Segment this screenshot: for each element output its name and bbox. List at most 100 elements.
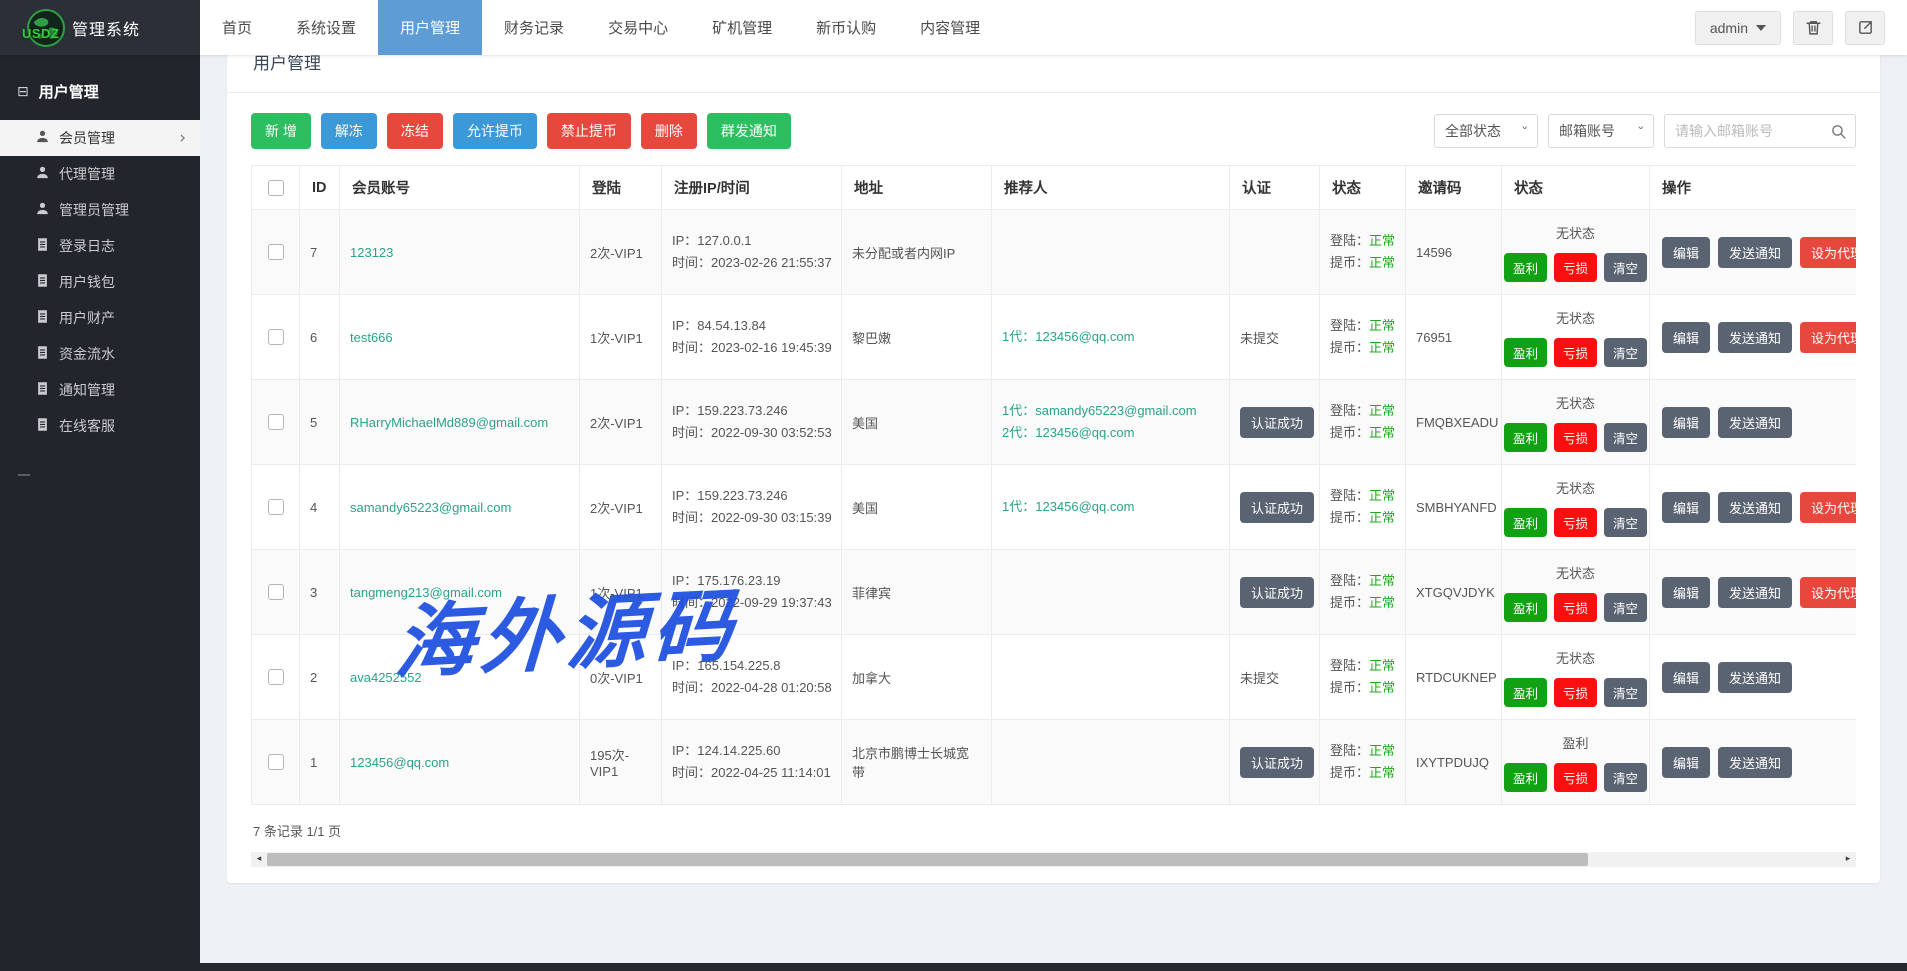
- row-checkbox[interactable]: [268, 754, 284, 770]
- loss-button[interactable]: 亏损: [1554, 508, 1597, 537]
- user-icon: [35, 129, 50, 147]
- scroll-left-arrow-icon[interactable]: ◂: [251, 852, 267, 867]
- set-agent-button[interactable]: 设为代理: [1800, 322, 1856, 353]
- toolbar-button-2[interactable]: 冻结: [387, 113, 443, 149]
- row-id: 5: [300, 380, 340, 465]
- profit-state-text: 无状态: [1506, 393, 1645, 412]
- status-filter-select[interactable]: 全部状态 ˅: [1434, 114, 1538, 148]
- sidebar-item-0[interactable]: 会员管理›: [0, 120, 200, 156]
- admin-user-menu[interactable]: admin: [1695, 11, 1781, 45]
- send-notify-button[interactable]: 发送通知: [1718, 237, 1792, 268]
- nav-item-7[interactable]: 内容管理: [898, 0, 1002, 55]
- nav-item-0[interactable]: 首页: [200, 0, 274, 55]
- row-checkbox[interactable]: [268, 499, 284, 515]
- row-checkbox[interactable]: [268, 414, 284, 430]
- nav-item-3[interactable]: 财务记录: [482, 0, 586, 55]
- row-checkbox[interactable]: [268, 244, 284, 260]
- nav-item-2[interactable]: 用户管理: [378, 0, 482, 55]
- profit-button[interactable]: 盈利: [1504, 593, 1547, 622]
- scroll-right-arrow-icon[interactable]: ▸: [1840, 852, 1856, 867]
- sidebar-item-3[interactable]: 登录日志: [0, 228, 200, 264]
- loss-button[interactable]: 亏损: [1554, 593, 1597, 622]
- edit-button[interactable]: 编辑: [1662, 577, 1710, 608]
- send-notify-button[interactable]: 发送通知: [1718, 662, 1792, 693]
- member-account-link[interactable]: 123456@qq.com: [350, 755, 449, 770]
- search-field-select[interactable]: 邮箱账号 ˅: [1548, 114, 1654, 148]
- set-agent-button[interactable]: 设为代理: [1800, 492, 1856, 523]
- edit-button[interactable]: 编辑: [1662, 407, 1710, 438]
- sidebar-item-7[interactable]: 通知管理: [0, 372, 200, 408]
- scrollbar-thumb[interactable]: [267, 853, 1588, 866]
- select-all-checkbox[interactable]: [268, 180, 284, 196]
- toolbar-button-1[interactable]: 解冻: [321, 113, 377, 149]
- member-account-link[interactable]: 123123: [350, 245, 393, 260]
- loss-button[interactable]: 亏损: [1554, 423, 1597, 452]
- auth-success-badge[interactable]: 认证成功: [1240, 577, 1314, 608]
- row-checkbox[interactable]: [268, 329, 284, 345]
- search-input[interactable]: [1675, 123, 1830, 139]
- loss-button[interactable]: 亏损: [1554, 678, 1597, 707]
- sidebar-item-5[interactable]: 用户财产: [0, 300, 200, 336]
- row-checkbox[interactable]: [268, 584, 284, 600]
- member-account-link[interactable]: samandy65223@gmail.com: [350, 500, 511, 515]
- address: 美国: [842, 465, 992, 550]
- sidebar-section-toggle[interactable]: ⊟ 用户管理: [0, 55, 200, 120]
- profit-button[interactable]: 盈利: [1504, 678, 1547, 707]
- toolbar-button-3[interactable]: 允许提币: [453, 113, 537, 149]
- send-notify-button[interactable]: 发送通知: [1718, 577, 1792, 608]
- withdraw-status-value: 正常: [1369, 255, 1395, 270]
- member-account-link[interactable]: test666: [350, 330, 393, 345]
- profit-button[interactable]: 盈利: [1504, 508, 1547, 537]
- edit-button[interactable]: 编辑: [1662, 662, 1710, 693]
- profit-button[interactable]: 盈利: [1504, 423, 1547, 452]
- row-checkbox[interactable]: [268, 669, 284, 685]
- sidebar-item-4[interactable]: 用户钱包: [0, 264, 200, 300]
- loss-button[interactable]: 亏损: [1554, 338, 1597, 367]
- send-notify-button[interactable]: 发送通知: [1718, 747, 1792, 778]
- toolbar-button-0[interactable]: 新 增: [251, 113, 311, 149]
- sidebar-item-8[interactable]: 在线客服: [0, 408, 200, 444]
- member-account-link[interactable]: ava4252552: [350, 670, 422, 685]
- clear-button[interactable]: 清空: [1604, 678, 1647, 707]
- toolbar-button-5[interactable]: 删除: [641, 113, 697, 149]
- logout-button[interactable]: [1845, 11, 1885, 45]
- set-agent-button[interactable]: 设为代理: [1800, 237, 1856, 268]
- sidebar-item-2[interactable]: 管理员管理: [0, 192, 200, 228]
- login-status-label: 登陆：: [1330, 488, 1369, 503]
- send-notify-button[interactable]: 发送通知: [1718, 407, 1792, 438]
- toolbar-button-4[interactable]: 禁止提币: [547, 113, 631, 149]
- edit-button[interactable]: 编辑: [1662, 237, 1710, 268]
- edit-button[interactable]: 编辑: [1662, 322, 1710, 353]
- clear-button[interactable]: 清空: [1604, 423, 1647, 452]
- auth-success-badge[interactable]: 认证成功: [1240, 492, 1314, 523]
- clear-button[interactable]: 清空: [1604, 593, 1647, 622]
- loss-button[interactable]: 亏损: [1554, 763, 1597, 792]
- send-notify-button[interactable]: 发送通知: [1718, 322, 1792, 353]
- sidebar-item-1[interactable]: 代理管理: [0, 156, 200, 192]
- profit-button[interactable]: 盈利: [1504, 763, 1547, 792]
- nav-item-4[interactable]: 交易中心: [586, 0, 690, 55]
- nav-item-1[interactable]: 系统设置: [274, 0, 378, 55]
- clear-button[interactable]: 清空: [1604, 763, 1647, 792]
- clear-button[interactable]: 清空: [1604, 508, 1647, 537]
- loss-button[interactable]: 亏损: [1554, 253, 1597, 282]
- scrollbar-track[interactable]: [267, 852, 1840, 867]
- clear-button[interactable]: 清空: [1604, 338, 1647, 367]
- auth-success-badge[interactable]: 认证成功: [1240, 407, 1314, 438]
- set-agent-button[interactable]: 设为代理: [1800, 577, 1856, 608]
- clear-cache-button[interactable]: [1793, 11, 1833, 45]
- profit-button[interactable]: 盈利: [1504, 338, 1547, 367]
- profit-button[interactable]: 盈利: [1504, 253, 1547, 282]
- nav-item-6[interactable]: 新币认购: [794, 0, 898, 55]
- edit-button[interactable]: 编辑: [1662, 747, 1710, 778]
- send-notify-button[interactable]: 发送通知: [1718, 492, 1792, 523]
- member-account-link[interactable]: tangmeng213@gmail.com: [350, 585, 502, 600]
- nav-item-5[interactable]: 矿机管理: [690, 0, 794, 55]
- search-icon[interactable]: [1830, 123, 1847, 140]
- member-account-link[interactable]: RHarryMichaelMd889@gmail.com: [350, 415, 548, 430]
- toolbar-button-6[interactable]: 群发通知: [707, 113, 791, 149]
- auth-success-badge[interactable]: 认证成功: [1240, 747, 1314, 778]
- sidebar-item-6[interactable]: 资金流水: [0, 336, 200, 372]
- edit-button[interactable]: 编辑: [1662, 492, 1710, 523]
- clear-button[interactable]: 清空: [1604, 253, 1647, 282]
